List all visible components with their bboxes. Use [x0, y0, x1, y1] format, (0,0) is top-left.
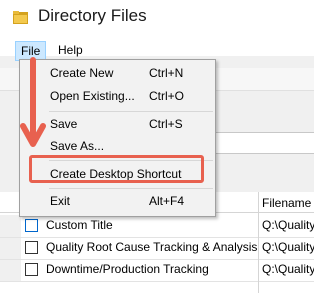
row-title: Custom Title [46, 218, 113, 232]
row-filename: Q:\Quality [262, 218, 314, 232]
table-row[interactable]: Quality Root Cause Tracking & Analysis Q… [0, 237, 314, 260]
menu-item-shortcut: Ctrl+O [149, 89, 185, 103]
background-text-field[interactable] [212, 132, 314, 154]
arrow-down-icon [20, 57, 46, 147]
row-filename: Q:\Quality [262, 262, 314, 276]
row-checkbox[interactable] [25, 263, 38, 276]
title-bar: Directory Files [0, 0, 314, 36]
menu-item-open-existing[interactable]: Open Existing... Ctrl+O [20, 86, 215, 106]
menu-item-save-as[interactable]: Save As... [20, 136, 215, 156]
table-row[interactable]: Downtime/Production Tracking Q:\Quality [0, 259, 314, 282]
row-title: Downtime/Production Tracking [46, 262, 209, 276]
menu-item-label: Open Existing... [50, 89, 135, 103]
menu-item-shortcut: Ctrl+S [149, 117, 183, 131]
menu-item-label: Save [50, 117, 78, 131]
column-divider [258, 192, 259, 293]
menu-item-create-new[interactable]: Create New Ctrl+N [20, 63, 215, 83]
row-checkbox[interactable] [25, 219, 38, 232]
menu-item-exit[interactable]: Exit Alt+F4 [20, 191, 215, 211]
menu-help[interactable]: Help [53, 41, 88, 60]
annotation-highlight-box [29, 155, 204, 183]
row-checkbox[interactable] [25, 241, 38, 254]
row-title: Quality Root Cause Tracking & Analysis [46, 240, 258, 254]
app-window: Directory Files File Help Filename Custo… [0, 0, 314, 293]
menu-item-label: Exit [50, 194, 71, 208]
menu-item-label: Create New [50, 66, 114, 80]
window-title: Directory Files [38, 6, 147, 25]
table-row[interactable]: Custom Title Q:\Quality [0, 215, 314, 238]
file-menu-dropdown: Create New Ctrl+N Open Existing... Ctrl+… [19, 59, 216, 217]
menu-separator [49, 188, 213, 189]
menu-item-shortcut: Ctrl+N [149, 66, 184, 80]
menu-bar [0, 36, 314, 56]
row-filename: Q:\Quality [262, 240, 314, 254]
menu-item-save[interactable]: Save Ctrl+S [20, 114, 215, 134]
column-header-filename[interactable]: Filename [262, 196, 311, 210]
folder-icon [13, 11, 28, 24]
menu-item-shortcut: Alt+F4 [149, 194, 185, 208]
menu-separator [49, 111, 213, 112]
menu-item-label: Save As... [50, 139, 105, 153]
